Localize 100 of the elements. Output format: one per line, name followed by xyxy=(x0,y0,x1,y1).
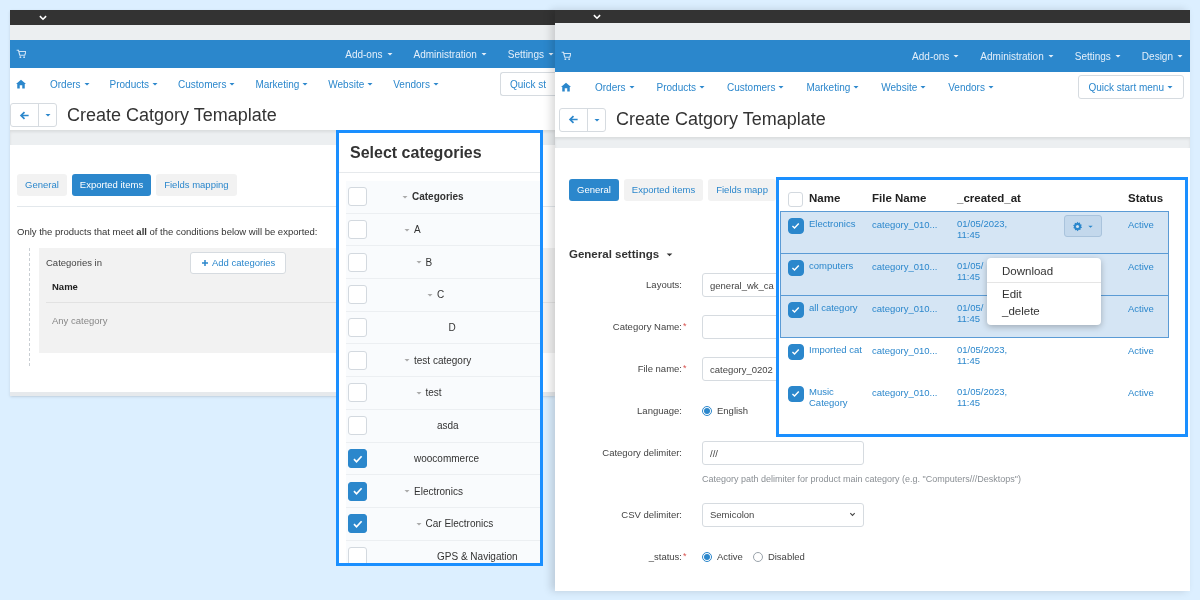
file-name-link[interactable]: category_010... xyxy=(872,302,957,317)
quick-start-button[interactable]: Quick start menu xyxy=(1078,75,1184,99)
category-label: A xyxy=(414,223,421,238)
radio-label: Active xyxy=(717,549,743,564)
main-menu-item[interactable]: Products xyxy=(109,76,160,92)
field-label: Language: xyxy=(637,404,682,419)
main-menu-item[interactable]: Marketing xyxy=(255,76,310,92)
checkbox[interactable] xyxy=(348,514,367,534)
required-mark: * xyxy=(683,549,688,563)
file-name-link[interactable]: category_010... xyxy=(872,260,957,275)
checkbox[interactable] xyxy=(788,218,804,234)
caret-icon xyxy=(986,83,995,91)
caret-icon xyxy=(1176,52,1184,60)
column-header: Name xyxy=(809,191,842,207)
status-text: Active xyxy=(1128,218,1155,232)
category-label: test category xyxy=(414,353,472,368)
category-label: Car Electronics xyxy=(425,517,494,532)
tab[interactable]: Exported items xyxy=(71,174,152,196)
main-menu-item[interactable]: Orders xyxy=(595,79,636,95)
radio-button[interactable] xyxy=(702,551,712,562)
panel-title: Select categories xyxy=(339,133,540,173)
field-label: Layouts: xyxy=(646,278,682,293)
column-header: Status xyxy=(1128,191,1165,207)
template-name-link[interactable]: Music Category xyxy=(809,386,872,408)
main-menu-item[interactable]: Vendors xyxy=(948,79,995,95)
caret-icon xyxy=(852,83,861,91)
template-name-link[interactable]: computers xyxy=(809,260,872,271)
checkbox[interactable] xyxy=(348,481,367,501)
main-menu-item[interactable]: Vendors xyxy=(393,76,440,92)
tab[interactable]: General xyxy=(17,174,67,196)
checkbox[interactable] xyxy=(788,386,804,402)
check-icon xyxy=(790,262,802,274)
back-arrow-icon xyxy=(568,114,579,125)
status-text: Active xyxy=(1128,260,1155,274)
main-menu-item[interactable]: Website xyxy=(881,79,928,95)
caret-icon xyxy=(301,80,310,88)
checkbox[interactable] xyxy=(788,260,804,276)
main-menu-item[interactable]: Marketing xyxy=(806,79,861,95)
nav-menu-item[interactable]: Administration xyxy=(980,48,1055,64)
template-name-link[interactable]: all category xyxy=(809,302,872,313)
tab[interactable]: Exported items xyxy=(623,179,704,201)
field-label: Category Name: xyxy=(612,320,682,335)
caret-icon xyxy=(919,83,928,91)
time-text: 11:45 xyxy=(957,271,981,282)
tab[interactable]: Fields mapping xyxy=(156,174,237,196)
selected-row[interactable]: Electronics category_010... 01/05/2023, 11:45 Active xyxy=(780,211,1169,254)
checkbox[interactable] xyxy=(788,344,804,360)
tab[interactable]: Fields mapp xyxy=(708,179,776,201)
select-field[interactable]: Semicolon xyxy=(702,502,864,527)
column-header: Name xyxy=(52,280,78,295)
back-arrow-icon xyxy=(19,109,30,121)
caret-icon xyxy=(385,50,394,58)
empty-text: Any category xyxy=(52,313,108,328)
field-label: Category delimiter: xyxy=(602,446,682,461)
file-name-link[interactable]: category_010... xyxy=(872,218,957,233)
category-label: asda xyxy=(437,419,459,434)
file-name-link[interactable]: category_010... xyxy=(872,344,957,359)
nav-menu-item[interactable]: Administration xyxy=(413,46,488,62)
file-name-link[interactable]: category_010... xyxy=(872,386,957,401)
tab[interactable]: General xyxy=(569,179,619,201)
page-title: Create Catgory Temaplate xyxy=(67,103,277,127)
template-name-link[interactable]: Electronics xyxy=(809,218,872,229)
main-menu-item[interactable]: Orders xyxy=(50,76,91,92)
menu-item[interactable]: Download xyxy=(987,263,1101,283)
checkbox[interactable] xyxy=(348,448,367,468)
caret-icon xyxy=(431,80,440,88)
time-text: 11:45 xyxy=(957,229,981,240)
menu-item[interactable]: _delete xyxy=(987,303,1101,320)
checkbox[interactable] xyxy=(788,302,804,318)
template-name-link[interactable]: Imported cat xyxy=(809,344,872,355)
caret-icon xyxy=(698,83,707,91)
plus-icon xyxy=(201,259,209,268)
required-mark: * xyxy=(683,362,688,376)
column-header: _created_at xyxy=(957,191,1022,207)
radio-button[interactable] xyxy=(752,551,763,562)
main-menu-item[interactable]: Website xyxy=(328,76,375,92)
nav-menu-item[interactable]: Add-ons xyxy=(345,46,394,62)
caret-icon xyxy=(1046,52,1055,60)
gear-icon xyxy=(1072,220,1083,232)
status-text: Active xyxy=(1128,344,1155,358)
main-menu-item[interactable]: Customers xyxy=(178,76,237,92)
nav-menu-item[interactable]: Settings xyxy=(507,46,555,62)
check-icon xyxy=(790,388,802,400)
date-text: 01/05/ xyxy=(957,260,984,271)
status-text: Active xyxy=(1128,302,1155,316)
radio-button[interactable] xyxy=(702,406,712,417)
text-field[interactable]: /// xyxy=(702,441,864,466)
nav-menu-item[interactable]: Add-ons xyxy=(912,48,961,64)
add-categories-button[interactable]: Add categories xyxy=(190,252,287,275)
date-text: 01/05/2023, xyxy=(957,344,1008,355)
nav-menu-item[interactable]: Settings xyxy=(1074,48,1122,64)
gear-dropdown-button[interactable] xyxy=(1064,215,1102,237)
time-text: 11:45 xyxy=(957,397,981,408)
field-label: _status: xyxy=(648,549,682,564)
main-menu-item[interactable]: Customers xyxy=(727,79,786,95)
category-label: Electronics xyxy=(414,484,463,499)
main-menu-item[interactable]: Products xyxy=(656,79,707,95)
home-icon xyxy=(561,82,571,92)
nav-menu-item[interactable]: Design xyxy=(1141,48,1184,64)
category-label: C xyxy=(437,288,445,303)
